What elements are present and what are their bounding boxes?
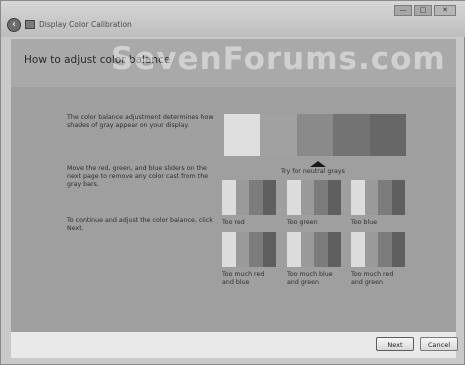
- example-too-much-blue-and-green: Too much blue and green: [287, 232, 341, 286]
- example-caption: Too much red and blue: [222, 271, 265, 286]
- gray-bar-sample: [351, 232, 405, 267]
- example-too-much-red-and-blue: Too much red and blue: [222, 232, 276, 286]
- example-too-blue: Too blue: [351, 180, 405, 227]
- gray-swatch: [369, 114, 407, 156]
- window-title: Display Color Calibration: [39, 20, 132, 29]
- watermark: SevenForums.com: [111, 41, 446, 77]
- example-caption: Too much red and green: [351, 271, 394, 286]
- example-too-red: Too red: [222, 180, 276, 227]
- gray-bar-sample: [222, 180, 276, 215]
- example-caption: Too red: [222, 219, 245, 226]
- gray-bar-sample: [351, 180, 405, 215]
- instruction-paragraph: Move the red, green, and blue sliders on…: [67, 165, 209, 188]
- content-panel: The color balance adjustment determines …: [11, 87, 456, 332]
- footer-bar: Next Cancel: [11, 332, 458, 358]
- example-caption: Too green: [287, 219, 318, 226]
- window-controls: — □ ✕: [394, 5, 456, 16]
- gray-swatch: [296, 114, 334, 156]
- gray-bar-sample: [287, 180, 341, 215]
- reference-hint: Try for neutral grays: [281, 168, 345, 175]
- example-caption: Too much blue and green: [287, 271, 333, 286]
- example-too-green: Too green: [287, 180, 341, 227]
- gray-swatch: [260, 114, 297, 156]
- example-too-much-red-and-green: Too much red and green: [351, 232, 405, 286]
- continue-paragraph: To continue and adjust the color balance…: [67, 217, 213, 232]
- gray-swatch: [224, 114, 261, 156]
- neutral-gray-reference: [224, 114, 407, 156]
- title-bar: — □ ✕ ‹ Display Color Calibration: [1, 1, 465, 37]
- close-button[interactable]: ✕: [434, 5, 456, 16]
- display-icon: [25, 20, 35, 29]
- gray-bar-sample: [287, 232, 341, 267]
- back-arrow-icon[interactable]: ‹: [7, 18, 21, 32]
- example-caption: Too blue: [351, 219, 378, 226]
- pointer-triangle-icon: [310, 161, 326, 167]
- gray-swatch: [333, 114, 370, 156]
- next-button[interactable]: Next: [376, 337, 414, 351]
- maximize-button[interactable]: □: [414, 5, 432, 16]
- cancel-button[interactable]: Cancel: [420, 337, 458, 351]
- minimize-button[interactable]: —: [394, 5, 412, 16]
- intro-paragraph: The color balance adjustment determines …: [67, 114, 214, 129]
- gray-bar-sample: [222, 232, 276, 267]
- calibration-window: — □ ✕ ‹ Display Color Calibration How to…: [0, 0, 465, 365]
